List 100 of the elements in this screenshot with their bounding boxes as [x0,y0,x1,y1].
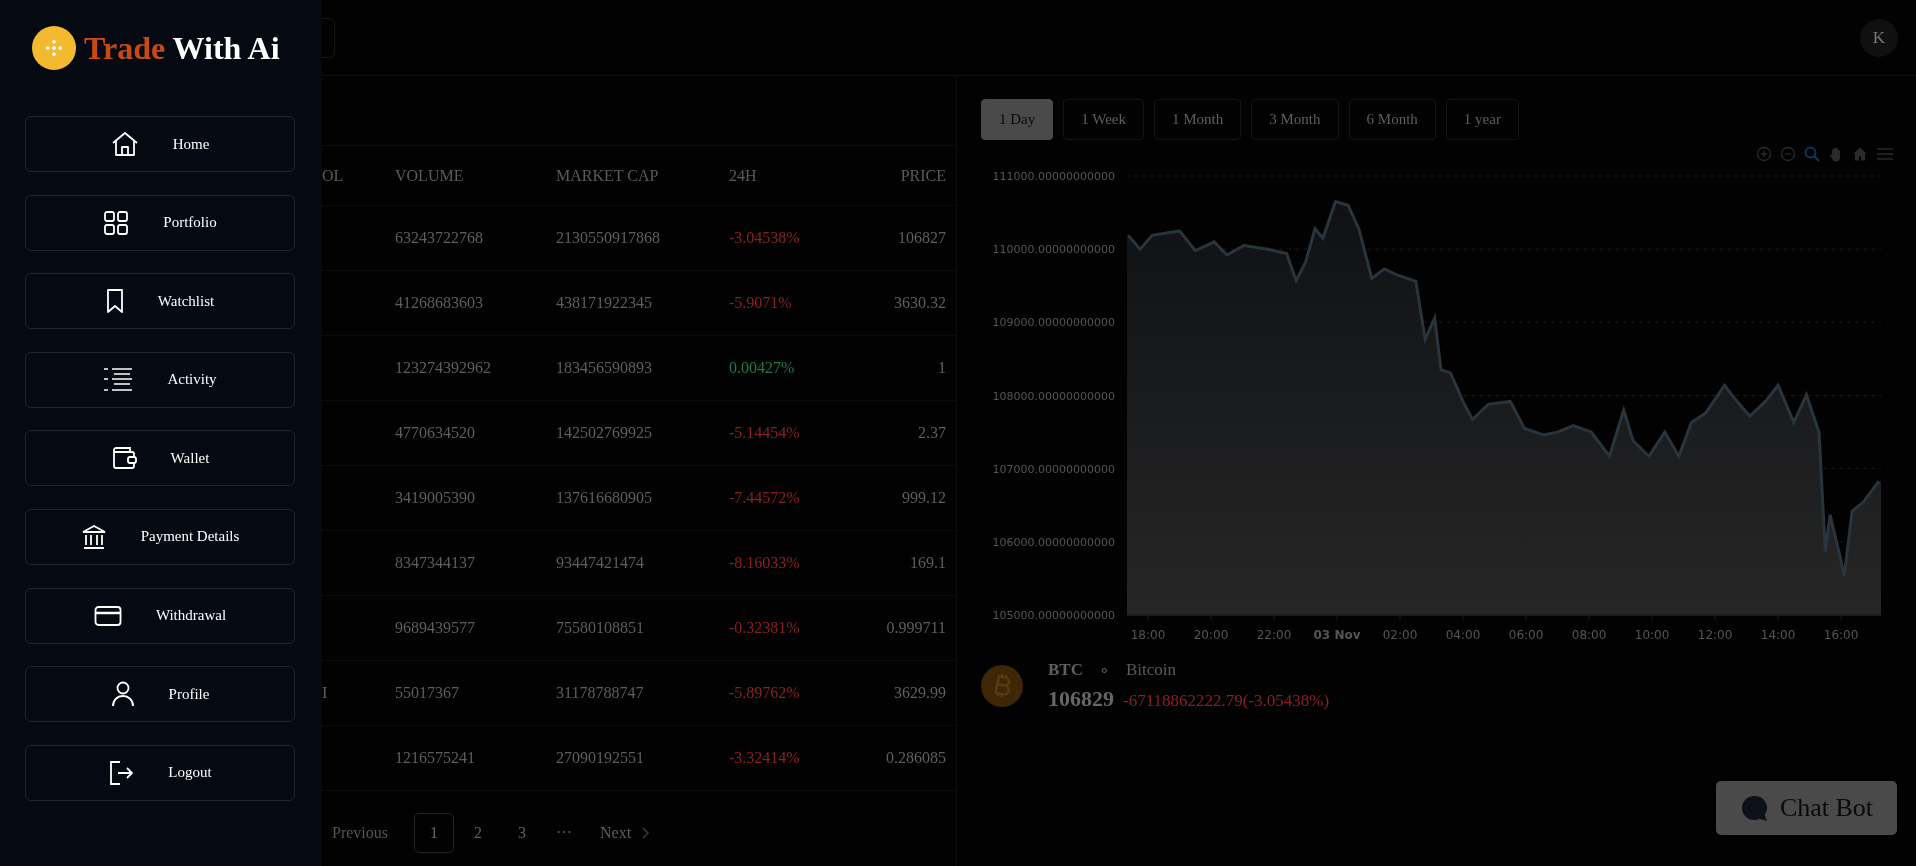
x-axis-label: 16:00 [1823,628,1859,642]
previous-link[interactable]: Previous [328,820,392,846]
page-button[interactable]: 2 [458,813,498,853]
table-cell-text: 0.999711 [885,619,946,637]
column-header: MARKET CAP [556,166,660,185]
table-cell-text: 0.286085 [885,749,946,767]
table-cell-text: 4770634520 [395,424,476,442]
column-header: PRICE [899,166,946,185]
x-axis-label: 02:00 [1382,628,1418,642]
zoom-out-icon[interactable] [1780,146,1796,162]
logo-icon [32,26,76,70]
table-cell-text: 2.37 [917,424,946,442]
asset-symbol: BTC [1048,659,1083,680]
x-axis-label: 03 Nov [1313,628,1361,642]
ellipsis: ··· [556,824,572,842]
column-header: 24H [729,166,758,185]
home-icon [110,131,139,157]
chat-bot-button[interactable]: Chat Bot [1716,781,1897,835]
table-cell-text: 0.00427% [729,359,796,377]
table-cell-text: -0.32381% [729,619,801,637]
card-icon [93,604,122,627]
y-axis-label: 109000.00000000000 [992,316,1115,330]
table-cell: I [322,684,328,701]
table-cell-text: 1216575241 [395,749,476,767]
list-icon [103,366,134,393]
x-axis-label: 06:00 [1508,628,1544,642]
price-change: -67118862222.79(-3.05438%) [1123,691,1330,711]
wallet-icon [110,446,137,471]
avatar[interactable]: K [1860,18,1898,57]
table-cell-text: 75580108851 [556,619,645,637]
bank-icon [80,523,107,550]
logout-icon [108,759,135,786]
table-cell-text: 27090192551 [556,749,645,767]
table-cell-text: -8.16033% [729,554,801,572]
x-axis-label: 14:00 [1760,628,1796,642]
x-axis-label: 20:00 [1193,628,1229,642]
range-tab[interactable]: 1 year [1445,99,1519,140]
y-axis-label: 110000.00000000000 [992,243,1115,257]
menu-icon[interactable] [1876,146,1894,162]
table-cell-text: 106827 [897,229,946,247]
page-button[interactable]: 1 [414,813,454,853]
nav-item[interactable]: Portfolio [25,194,295,251]
chat-bubble-icon [1739,794,1768,822]
table-cell-text: 8347344137 [395,554,476,572]
nav-item[interactable]: Logout [25,744,295,801]
table-cell-text: 93447421474 [556,554,645,572]
page-button[interactable]: 3 [502,813,542,853]
range-tab[interactable]: 1 Week [1063,99,1144,140]
bookmark-icon [105,289,124,314]
table-cell-text: -7.44572% [729,489,801,507]
table-cell-text: 3419005390 [395,489,476,507]
x-axis-label: 22:00 [1256,628,1292,642]
table-cell-text: 3629.99 [893,684,946,702]
table-cell-text: -5.14454% [729,424,801,442]
table-cell-text: 1 [937,359,946,377]
x-axis-label: 10:00 [1634,628,1670,642]
x-axis-label: 12:00 [1697,628,1733,642]
table-cell-text: 41268683603 [395,294,484,312]
x-axis-label: 08:00 [1571,628,1607,642]
grid-icon [103,209,130,236]
nav-item[interactable]: Home [25,116,295,172]
bitcoin-icon [981,664,1023,707]
table-cell-text: 999.12 [901,489,946,507]
x-axis-label: 18:00 [1130,628,1166,642]
next-link[interactable]: Next [596,820,654,846]
column-header: OL [322,166,345,185]
table-cell-text: 183456590893 [556,359,653,377]
table-cell-text: 55017367 [395,684,460,702]
user-icon [110,681,135,708]
nav-item[interactable]: Watchlist [25,273,295,330]
y-axis-label: 105000.00000000000 [992,609,1115,622]
table-cell-text: -3.32414% [729,749,801,767]
y-axis-label: 108000.00000000000 [992,389,1115,403]
table-cell-text: 438171922345 [556,294,653,312]
nav-item[interactable]: Withdrawal [25,587,295,644]
table-cell-text: 63243722768 [395,229,484,247]
table-cell-text: 31178788747 [556,684,645,702]
table-cell-text: -5.89762% [729,684,801,702]
table-cell-text: -3.04538% [729,229,801,247]
y-axis-label: 106000.00000000000 [992,535,1115,549]
table-cell-text: 3630.32 [893,294,946,312]
separator: ∘ [1098,659,1110,680]
range-tab[interactable]: 6 Month [1348,99,1436,140]
nav-item[interactable]: Activity [25,351,295,408]
chevron-right-icon [641,827,650,839]
table-cell-text: 2130550917868 [556,229,661,247]
nav-item[interactable]: Wallet [25,430,295,487]
x-axis-label: 04:00 [1445,628,1481,642]
table-cell-text: -5.9071% [729,294,793,312]
nav-item[interactable]: Payment Details [25,508,295,565]
zoom-in-icon[interactable] [1756,146,1772,162]
range-tab[interactable]: 3 Month [1251,99,1339,140]
column-header: VOLUME [395,166,465,185]
table-cell-text: 137616680905 [556,489,653,507]
search-icon[interactable] [1804,146,1820,162]
home-icon[interactable] [1852,146,1868,162]
table-cell-text: 142502769925 [556,424,653,442]
range-tab[interactable]: 1 Month [1154,99,1242,140]
app-title: Trade With Ai [84,29,280,67]
nav-item[interactable]: Profile [25,666,295,723]
